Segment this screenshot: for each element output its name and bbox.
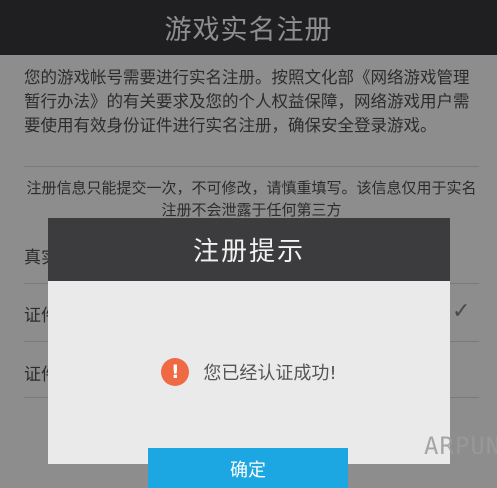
divider: [24, 166, 479, 167]
page-header: 游戏实名注册: [0, 0, 497, 55]
dialog-message-row: ! 您已经认证成功!: [48, 352, 450, 392]
registration-dialog: 注册提示 ! 您已经认证成功! 确定: [48, 218, 450, 488]
notice-text: 注册信息只能提交一次，不可修改，请慎重填写。该信息仅用于实名注册不会泄露于任何第…: [26, 179, 477, 219]
checkmark-icon: ✓: [452, 299, 471, 324]
dialog-message: 您已经认证成功!: [203, 363, 337, 384]
page-title: 游戏实名注册: [164, 15, 333, 46]
dialog-title: 注册提示: [48, 218, 450, 281]
watermark: ARPUN: [424, 432, 497, 460]
intro-text: 您的游戏帐号需要进行实名注册。按照文化部《网络游戏管理暂行办法》的有关要求及您的…: [24, 68, 470, 135]
confirm-button[interactable]: 确定: [148, 448, 348, 488]
warning-icon: !: [161, 358, 190, 386]
